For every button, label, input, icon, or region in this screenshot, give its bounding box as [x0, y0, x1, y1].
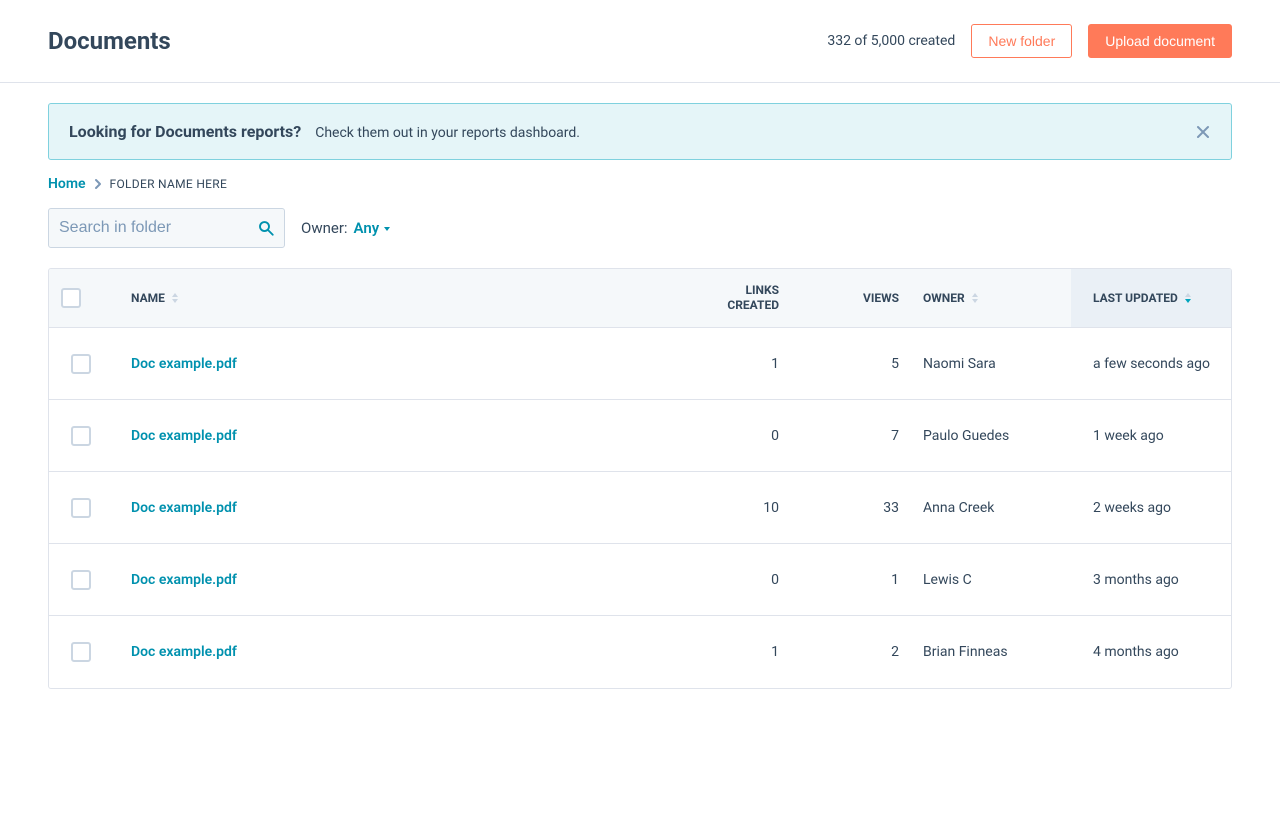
breadcrumb-home[interactable]: Home [48, 176, 86, 192]
table-row: Doc example.pdf 1033Anna Creek2 weeks ago [49, 472, 1231, 544]
cell-links-created: 0 [671, 400, 791, 471]
row-checkbox-cell [49, 472, 109, 543]
cell-views: 33 [791, 472, 911, 543]
upload-document-button[interactable]: Upload document [1088, 24, 1232, 58]
row-checkbox-cell [49, 328, 109, 399]
cell-links-created: 0 [671, 544, 791, 615]
owner-filter: Owner: Any [301, 219, 391, 237]
cell-last-updated: 1 week ago [1071, 400, 1231, 471]
cell-views: 2 [791, 616, 911, 688]
page-content: Looking for Documents reports? Check the… [0, 83, 1280, 729]
column-header-links-created[interactable]: LINKS CREATED [671, 269, 791, 327]
cell-name: Doc example.pdf [109, 616, 671, 688]
document-link[interactable]: Doc example.pdf [131, 644, 237, 660]
cell-links-created: 10 [671, 472, 791, 543]
table-row: Doc example.pdf 01Lewis C3 months ago [49, 544, 1231, 616]
cell-owner: Naomi Sara [911, 328, 1071, 399]
filter-bar: Owner: Any [48, 208, 1232, 248]
row-checkbox[interactable] [71, 498, 91, 518]
select-all-checkbox[interactable] [61, 288, 81, 308]
row-checkbox-cell [49, 544, 109, 615]
sort-icon [971, 293, 979, 303]
cell-last-updated: 4 months ago [1071, 616, 1231, 688]
header-checkbox-cell [49, 269, 109, 327]
header-actions: 332 of 5,000 created New folder Upload d… [827, 24, 1232, 58]
cell-last-updated: 3 months ago [1071, 544, 1231, 615]
column-header-views[interactable]: VIEWS [791, 269, 911, 327]
document-link[interactable]: Doc example.pdf [131, 500, 237, 516]
close-icon[interactable] [1195, 124, 1211, 140]
owner-filter-label: Owner: [301, 219, 348, 237]
chevron-right-icon [92, 178, 104, 190]
cell-views: 1 [791, 544, 911, 615]
cell-owner: Paulo Guedes [911, 400, 1071, 471]
info-banner: Looking for Documents reports? Check the… [48, 103, 1232, 160]
column-header-last-updated[interactable]: LAST UPDATED [1071, 269, 1231, 327]
search-wrapper [48, 208, 285, 248]
cell-last-updated: 2 weeks ago [1071, 472, 1231, 543]
column-header-views-label: VIEWS [863, 291, 899, 305]
cell-name: Doc example.pdf [109, 328, 671, 399]
column-header-links-l1: LINKS [746, 283, 780, 297]
cell-name: Doc example.pdf [109, 544, 671, 615]
documents-count: 332 of 5,000 created [827, 33, 955, 49]
search-input[interactable] [48, 208, 285, 248]
banner-title: Looking for Documents reports? [69, 122, 301, 141]
table-header: NAME LINKS CREATED VIEWS OWNER [49, 269, 1231, 328]
row-checkbox[interactable] [71, 570, 91, 590]
table-row: Doc example.pdf 12Brian Finneas4 months a… [49, 616, 1231, 688]
documents-table: NAME LINKS CREATED VIEWS OWNER [48, 268, 1232, 689]
cell-last-updated: a few seconds ago [1071, 328, 1231, 399]
cell-views: 5 [791, 328, 911, 399]
sort-icon [1184, 293, 1192, 303]
row-checkbox-cell [49, 616, 109, 688]
cell-links-created: 1 [671, 328, 791, 399]
breadcrumb: Home FOLDER NAME HERE [48, 176, 1232, 192]
sort-icon [171, 293, 179, 303]
row-checkbox[interactable] [71, 354, 91, 374]
cell-views: 7 [791, 400, 911, 471]
column-header-last-updated-label: LAST UPDATED [1093, 291, 1178, 305]
column-header-name-label: NAME [131, 291, 165, 305]
new-folder-button[interactable]: New folder [971, 24, 1072, 58]
cell-owner: Brian Finneas [911, 616, 1071, 688]
document-link[interactable]: Doc example.pdf [131, 428, 237, 444]
caret-down-icon [383, 219, 391, 237]
document-link[interactable]: Doc example.pdf [131, 572, 237, 588]
page-header: Documents 332 of 5,000 created New folde… [0, 0, 1280, 83]
row-checkbox-cell [49, 400, 109, 471]
page-title: Documents [48, 27, 171, 55]
column-header-links-l2: CREATED [727, 298, 779, 312]
column-header-name[interactable]: NAME [109, 269, 671, 327]
cell-links-created: 1 [671, 616, 791, 688]
search-icon[interactable] [257, 219, 275, 237]
column-header-owner-label: OWNER [923, 291, 965, 305]
row-checkbox[interactable] [71, 426, 91, 446]
table-row: Doc example.pdf 15Naomi Saraa few seconds… [49, 328, 1231, 400]
owner-filter-dropdown[interactable]: Any [354, 219, 392, 237]
owner-filter-value: Any [354, 219, 380, 237]
document-link[interactable]: Doc example.pdf [131, 356, 237, 372]
table-row: Doc example.pdf 07Paulo Guedes1 week ago [49, 400, 1231, 472]
cell-name: Doc example.pdf [109, 472, 671, 543]
column-header-owner[interactable]: OWNER [911, 269, 1071, 327]
row-checkbox[interactable] [71, 642, 91, 662]
cell-owner: Lewis C [911, 544, 1071, 615]
breadcrumb-current: FOLDER NAME HERE [110, 177, 228, 191]
table-body: Doc example.pdf15Naomi Saraa few seconds… [49, 328, 1231, 688]
cell-owner: Anna Creek [911, 472, 1071, 543]
banner-subtitle: Check them out in your reports dashboard… [315, 125, 580, 141]
cell-name: Doc example.pdf [109, 400, 671, 471]
